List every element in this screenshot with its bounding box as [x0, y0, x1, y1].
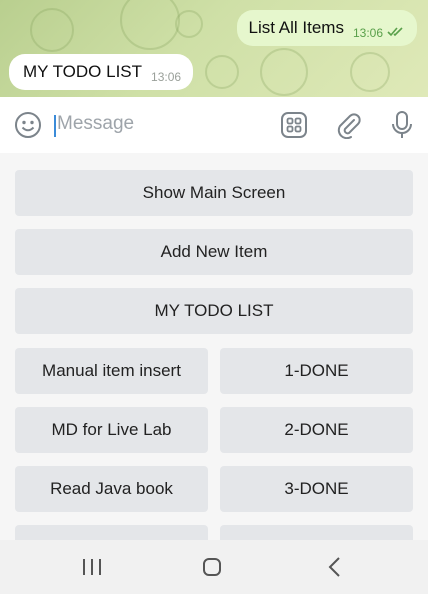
show-main-screen-button[interactable]: Show Main Screen	[15, 170, 413, 216]
back-icon[interactable]	[324, 555, 346, 579]
todo-item-button[interactable]: Manual item insert	[15, 348, 208, 394]
add-new-item-button[interactable]: Add New Item	[15, 229, 413, 275]
recents-icon[interactable]	[80, 556, 104, 578]
bot-reply-keyboard: Show Main Screen Add New Item MY TODO LI…	[0, 153, 428, 540]
message-time: 13:06	[151, 70, 182, 84]
done-button-partial[interactable]	[220, 525, 413, 540]
message-text: MY TODO LIST	[23, 62, 143, 81]
message-input[interactable]: Message	[57, 113, 134, 135]
home-icon[interactable]	[201, 556, 223, 578]
done-button[interactable]: 2-DONE	[220, 407, 413, 453]
chat-area: List All Items 13:06 MY TODO LIST 13:06	[0, 0, 428, 97]
message-time: 13:06	[352, 26, 383, 40]
background-doodle	[350, 52, 390, 92]
todo-item-button[interactable]: Read Java book	[15, 466, 208, 512]
incoming-message[interactable]: MY TODO LIST 13:06	[9, 54, 194, 90]
text-cursor	[54, 115, 56, 137]
done-button[interactable]: 3-DONE	[220, 466, 413, 512]
background-doodle	[175, 10, 203, 38]
background-doodle	[30, 8, 74, 52]
double-check-icon	[387, 22, 405, 42]
outgoing-message[interactable]: List All Items 13:06	[236, 10, 417, 46]
bot-keyboard-icon[interactable]	[277, 108, 311, 142]
todo-item-button-partial[interactable]	[15, 525, 208, 540]
my-todo-list-button[interactable]: MY TODO LIST	[15, 288, 413, 334]
done-button[interactable]: 1-DONE	[220, 348, 413, 394]
paperclip-icon[interactable]	[331, 108, 365, 142]
background-doodle	[120, 0, 180, 50]
message-text: List All Items	[248, 18, 344, 37]
emoji-icon[interactable]	[11, 108, 45, 142]
system-navigation-bar	[0, 540, 428, 594]
microphone-icon[interactable]	[385, 108, 419, 142]
background-doodle	[205, 55, 239, 89]
todo-item-button[interactable]: MD for Live Lab	[15, 407, 208, 453]
background-doodle	[260, 48, 308, 96]
